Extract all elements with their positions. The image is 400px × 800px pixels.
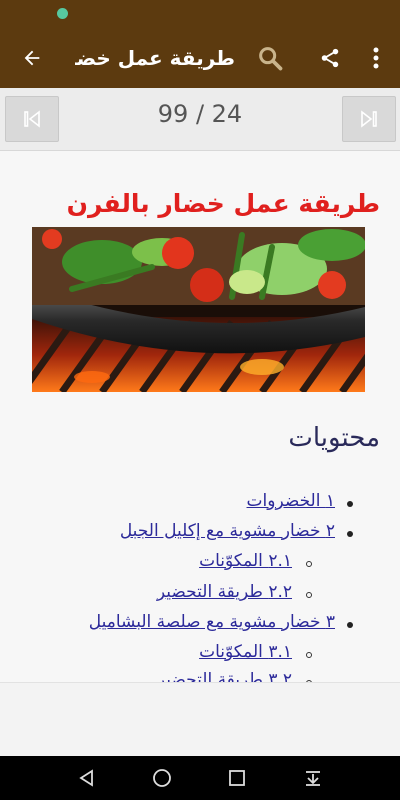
article-content: طريقة عمل خضار بالفرن محتويات ١ الخضروات… [0,151,400,682]
search-icon[interactable] [250,28,290,88]
toc-item[interactable]: ٢.١ المكوّنات [199,551,292,571]
toc-heading: محتويات [288,423,380,453]
toc-item[interactable]: ٣ خضار مشوية مع صلصة البشاميل [89,612,335,632]
app-toolbar: طريقة عمل خضا... [0,28,400,88]
back-arrow-icon[interactable] [12,28,52,88]
toc-item[interactable]: ٢ خضار مشوية مع إكليل الجبل [120,521,335,541]
article-title: طريقة عمل خضار بالفرن [66,189,380,218]
skip-previous-icon [24,110,40,128]
toc-subbullet-icon [306,652,312,658]
toc-link[interactable]: ٣.١ المكوّنات [199,642,292,662]
toc-link[interactable]: ١ الخضروات [247,491,335,511]
toc-link[interactable]: ٣.٢ طريقة التحضير [157,670,292,682]
skip-next-icon [361,110,377,128]
toc-subbullet-icon [306,592,312,598]
toc-item[interactable]: ١ الخضروات [247,491,335,511]
toolbar-title: طريقة عمل خضا... [75,46,235,70]
toc-item[interactable]: ٣.١ المكوّنات [199,642,292,662]
next-page-button[interactable] [342,96,396,142]
more-vert-icon[interactable] [356,28,396,88]
toc-link[interactable]: ٢ خضار مشوية مع إكليل الجبل [120,521,335,541]
notification-pull-icon[interactable] [293,756,333,800]
toc-link[interactable]: ٣ خضار مشوية مع صلصة البشاميل [89,612,335,632]
notification-dot-icon [57,8,68,19]
toc-bullet-icon [347,622,353,628]
status-bar [0,0,400,28]
recents-square-icon[interactable] [217,756,257,800]
hero-image [32,227,365,392]
home-circle-icon[interactable] [142,756,182,800]
page-navigation: 99 / 24 [0,88,400,151]
toc-bullet-icon [347,531,353,537]
ad-banner-area [0,682,400,757]
back-triangle-icon[interactable] [67,756,107,800]
toc-item[interactable]: ٢.٢ طريقة التحضير [157,582,292,602]
page-counter: 99 / 24 [157,100,243,128]
toc-item[interactable]: ٣.٢ طريقة التحضير [157,670,292,682]
toc-subbullet-icon [306,561,312,567]
system-navigation-bar [0,756,400,800]
toc-link[interactable]: ٢.١ المكوّنات [199,551,292,571]
toc-bullet-icon [347,501,353,507]
share-icon[interactable] [310,28,350,88]
toc-link[interactable]: ٢.٢ طريقة التحضير [157,582,292,602]
previous-page-button[interactable] [5,96,59,142]
